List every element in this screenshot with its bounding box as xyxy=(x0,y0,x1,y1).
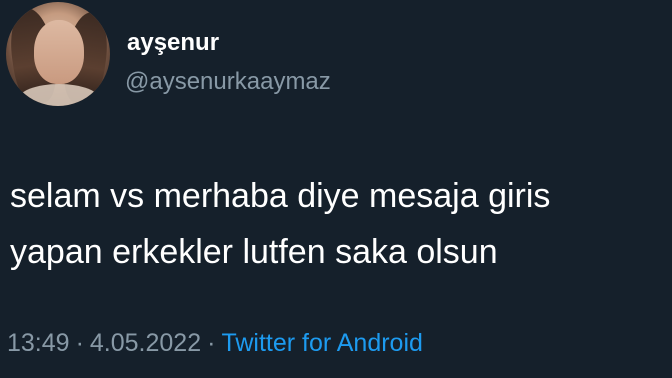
tweet-date[interactable]: 4.05.2022 xyxy=(90,329,201,357)
tweet-time[interactable]: 13:49 xyxy=(7,329,70,357)
tweet-text-line: yapan erkekler lutfen saka olsun xyxy=(10,233,498,271)
metadata-separator: · xyxy=(207,329,216,357)
username-handle[interactable]: @aysenurkaaymaz xyxy=(125,70,331,94)
display-name[interactable]: ayşenur xyxy=(127,31,219,55)
tweet-source-link[interactable]: Twitter for Android xyxy=(221,329,422,357)
tweet-card: ayşenur @aysenurkaaymaz selam vs merhaba… xyxy=(0,0,672,378)
tweet-text-line: selam vs merhaba diye mesaja giris xyxy=(10,177,551,215)
metadata-separator: · xyxy=(75,329,84,357)
tweet-metadata: 13:49 · 4.05.2022 · Twitter for Android xyxy=(7,331,423,356)
tweet-text: selam vs merhaba diye mesaja giris yapan… xyxy=(10,168,672,280)
avatar-face xyxy=(34,20,84,84)
avatar[interactable] xyxy=(6,2,110,106)
